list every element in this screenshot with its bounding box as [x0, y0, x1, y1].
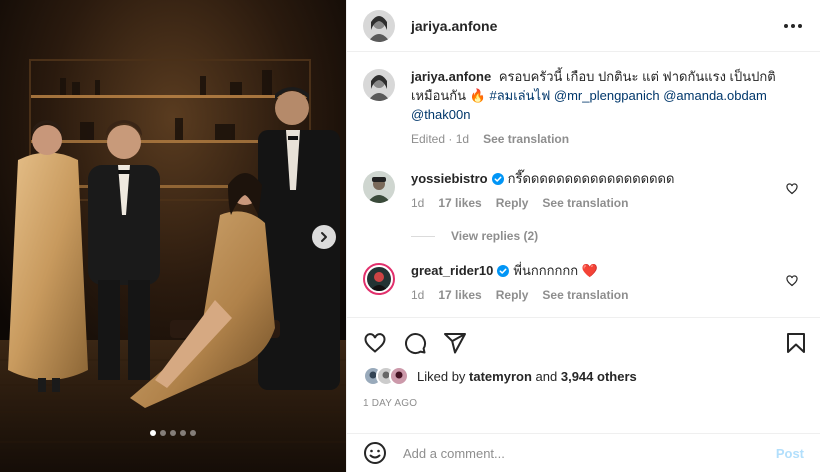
comment-time: 1d — [411, 196, 425, 210]
caption-mention[interactable]: @thak00n — [411, 107, 470, 122]
author-username[interactable]: jariya.anfone — [411, 18, 497, 34]
add-comment-bar: Post — [347, 433, 820, 472]
author-avatar[interactable] — [363, 9, 395, 42]
carousel-dot — [180, 430, 186, 436]
commenter-avatar[interactable] — [363, 171, 395, 203]
verified-badge-icon — [497, 265, 510, 277]
carousel-indicator — [0, 430, 346, 436]
liker-avatar — [389, 366, 409, 386]
comment-text: กรี๊ดดดดดดดดดดดดดดดดดด — [507, 171, 675, 186]
carousel-dot — [190, 430, 196, 436]
comment-item: yossiebistro กรี๊ดดดดดดดดดดดดดดดดดด 1d 17… — [363, 169, 804, 213]
comment-like-heart-icon[interactable] — [786, 275, 798, 287]
caption-mention[interactable]: @amanda.obdam — [663, 88, 767, 103]
more-dot — [798, 23, 802, 28]
bookmark-icon — [787, 333, 805, 353]
comments-list[interactable]: jariya.anfone ครอบครัวนี้ เกือบ ปกตินะ แ… — [347, 53, 820, 317]
comment-meta: 1d 17 likes Reply See translation — [411, 286, 791, 305]
view-replies-button[interactable]: View replies (2) — [411, 229, 804, 243]
heart-icon — [364, 333, 386, 353]
caption-username[interactable]: jariya.anfone — [411, 69, 491, 84]
post-comment-button[interactable]: Post — [776, 446, 804, 461]
more-options-button[interactable] — [782, 18, 804, 34]
more-dot — [791, 23, 795, 28]
comment-likes[interactable]: 17 likes — [438, 194, 481, 213]
comment-input[interactable] — [403, 445, 776, 461]
comment-meta: 1d 17 likes Reply See translation — [411, 194, 791, 213]
caption-time: 1d — [455, 132, 470, 146]
post-photo — [0, 0, 346, 472]
post-header: jariya.anfone — [347, 0, 820, 52]
share-icon — [444, 333, 466, 354]
comment-likes[interactable]: 17 likes — [438, 286, 481, 305]
liked-by-prefix: Liked by — [417, 368, 466, 384]
comment-time: 1d — [411, 288, 425, 302]
caption-avatar[interactable] — [363, 69, 395, 101]
comment-item: great_rider10 พี่นกกกกกก ❤️ 1d 17 likes R… — [363, 261, 804, 305]
likes-summary: Liked by tatemyron and 3,944 others — [363, 366, 804, 386]
liked-by-others[interactable]: 3,944 others — [561, 369, 637, 384]
post-actions: Liked by tatemyron and 3,944 others 1 DA… — [347, 317, 820, 433]
comment-username[interactable]: great_rider10 — [411, 263, 493, 278]
see-translation-link[interactable]: See translation — [542, 194, 628, 213]
view-replies-label: View replies (2) — [451, 229, 539, 243]
share-button[interactable] — [443, 331, 467, 355]
liker-avatars — [363, 366, 409, 386]
comment-icon — [405, 333, 427, 355]
caption-mention[interactable]: @mr_plengpanich — [554, 88, 660, 103]
comment-text: พี่นกกกกกก ❤️ — [513, 263, 598, 278]
caption-hashtag[interactable]: #ลมเล่นไฟ — [489, 88, 550, 103]
carousel-dot — [150, 430, 156, 436]
like-button[interactable] — [363, 331, 387, 355]
carousel-dot — [160, 430, 166, 436]
emoji-button[interactable] — [363, 441, 387, 465]
see-translation-link[interactable]: See translation — [542, 286, 628, 305]
liked-by-connector: and — [535, 368, 558, 384]
commenter-avatar[interactable] — [363, 263, 395, 295]
save-button[interactable] — [784, 331, 808, 355]
carousel-next-button[interactable] — [312, 225, 336, 249]
edited-label: Edited — [411, 132, 446, 146]
reply-button[interactable]: Reply — [496, 286, 529, 305]
see-translation-link[interactable]: See translation — [483, 130, 569, 149]
comment-like-heart-icon[interactable] — [786, 183, 798, 195]
chevron-right-icon — [321, 232, 327, 242]
carousel-dot — [170, 430, 176, 436]
caption-meta: Edited · 1d See translation — [411, 130, 791, 149]
action-bar — [363, 318, 805, 364]
verified-badge-icon — [491, 173, 504, 185]
more-horizontal-icon — [784, 23, 788, 28]
post-date[interactable]: 1 DAY AGO — [363, 398, 804, 409]
emoji-icon — [364, 442, 386, 464]
post-side-panel: jariya.anfone jariya.anfone ครอบครัวนี้ … — [346, 0, 820, 472]
caption: jariya.anfone ครอบครัวนี้ เกือบ ปกตินะ แ… — [363, 67, 804, 149]
reply-button[interactable]: Reply — [496, 194, 529, 213]
liked-by-user[interactable]: tatemyron — [469, 369, 532, 384]
replies-divider — [411, 235, 435, 237]
comment-username[interactable]: yossiebistro — [411, 171, 488, 186]
comment-button[interactable] — [403, 331, 427, 355]
post-photo-carousel[interactable] — [0, 0, 346, 472]
